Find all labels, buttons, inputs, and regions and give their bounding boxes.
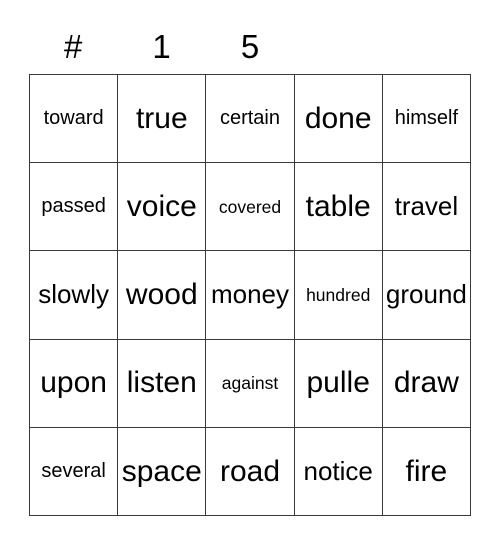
bingo-grid: toward true certain done himself passed … <box>29 74 471 516</box>
bingo-cell-word: covered <box>218 196 282 217</box>
bingo-cell[interactable]: himself <box>382 75 471 164</box>
header-cell-3: 5 <box>240 27 260 65</box>
bingo-cell[interactable]: fire <box>382 427 471 516</box>
bingo-cell[interactable]: certain <box>206 75 295 164</box>
bingo-cell[interactable]: covered <box>206 163 295 252</box>
bingo-cell[interactable]: passed <box>30 163 119 252</box>
bingo-cell-word: pulle <box>306 366 370 400</box>
bingo-cell-word: done <box>304 101 372 135</box>
bingo-cell-word: ground <box>385 279 467 310</box>
bingo-cell[interactable]: toward <box>30 75 119 164</box>
header-cell-1: # <box>64 27 83 65</box>
bingo-cell[interactable]: notice <box>294 427 383 516</box>
bingo-cell-word: hundred <box>306 284 371 305</box>
bingo-cell[interactable]: road <box>206 427 295 516</box>
bingo-cell[interactable]: wood <box>118 251 207 340</box>
bingo-cell[interactable]: voice <box>118 163 207 252</box>
bingo-cell-word: upon <box>40 366 107 400</box>
bingo-cell[interactable]: space <box>118 427 207 516</box>
bingo-card: # 1 5 toward true certain done himself p… <box>0 0 500 544</box>
bingo-cell[interactable]: listen <box>118 339 207 428</box>
bingo-cell-word: voice <box>126 190 197 224</box>
bingo-cell[interactable]: upon <box>30 339 119 428</box>
bingo-cell-word: true <box>135 101 188 135</box>
bingo-cell-word: toward <box>43 107 104 130</box>
bingo-cell-word: fire <box>405 454 448 488</box>
bingo-cell-word: several <box>41 459 106 482</box>
bingo-cell[interactable]: draw <box>382 339 471 428</box>
bingo-cell-word: travel <box>394 191 459 222</box>
bingo-cell-word: table <box>305 190 371 224</box>
bingo-cell-word: road <box>219 454 281 488</box>
header-cell-5 <box>383 22 471 70</box>
bingo-cell[interactable]: against <box>206 339 295 428</box>
bingo-cell-word: himself <box>394 107 459 130</box>
bingo-cell-word: money <box>210 279 290 310</box>
bingo-cell-word: wood <box>125 278 198 312</box>
bingo-cell-word: listen <box>126 366 197 400</box>
bingo-cell[interactable]: several <box>30 427 119 516</box>
bingo-cell-word: notice <box>303 455 373 486</box>
bingo-cell[interactable]: table <box>294 163 383 252</box>
header-cell-2: 1 <box>152 27 171 65</box>
bingo-cell[interactable]: done <box>294 75 383 164</box>
bingo-header-row: # 1 5 <box>29 22 471 70</box>
bingo-cell[interactable]: money <box>206 251 295 340</box>
bingo-cell-word: certain <box>219 107 280 130</box>
bingo-cell[interactable]: travel <box>382 163 471 252</box>
bingo-cell[interactable]: pulle <box>294 339 383 428</box>
bingo-cell[interactable]: true <box>118 75 207 164</box>
bingo-cell-word: space <box>121 454 202 488</box>
bingo-cell[interactable]: ground <box>382 251 471 340</box>
bingo-cell-word: slowly <box>38 279 109 310</box>
bingo-cell[interactable]: slowly <box>30 251 119 340</box>
header-cell-4 <box>294 22 382 70</box>
bingo-cell[interactable]: hundred <box>294 251 383 340</box>
bingo-cell-word: passed <box>41 195 106 218</box>
bingo-cell-word: draw <box>393 366 459 400</box>
bingo-cell-word: against <box>221 373 279 393</box>
